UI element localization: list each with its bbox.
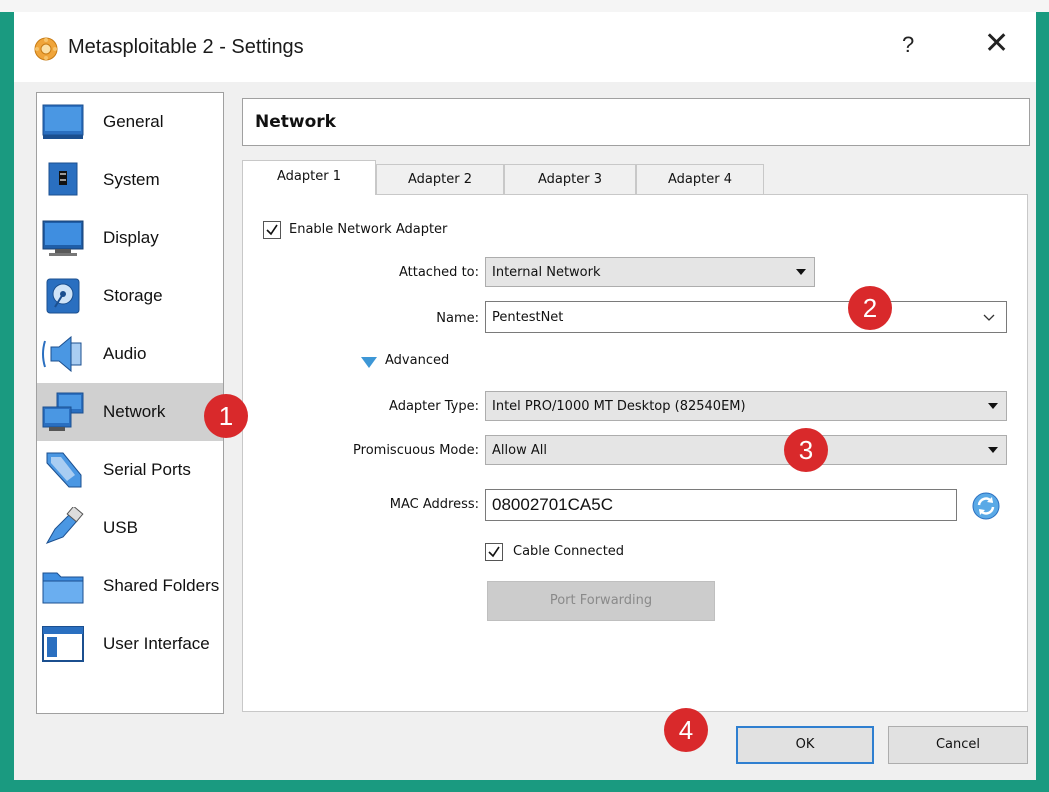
adapter-panel: Enable Network Adapter Attached to: Inte… [242, 194, 1028, 712]
sidebar-item-user-interface[interactable]: User Interface [37, 615, 223, 673]
mac-address-label: MAC Address: [389, 497, 479, 512]
audio-icon [42, 335, 82, 373]
network-icon [42, 392, 84, 431]
help-button[interactable]: ? [902, 32, 914, 58]
promiscuous-mode-value: Allow All [492, 443, 547, 458]
sidebar-item-usb[interactable]: USB [37, 499, 223, 557]
annotation-badge-3: 3 [784, 428, 828, 472]
annotation-badge-1: 1 [204, 394, 248, 438]
sidebar-item-label: Shared Folders [103, 576, 220, 595]
page-title: Network [255, 112, 336, 132]
adapter-type-value: Intel PRO/1000 MT Desktop (82540EM) [492, 399, 746, 414]
port-forwarding-button[interactable]: Port Forwarding [487, 581, 715, 621]
sidebar-item-display[interactable]: Display [37, 209, 223, 267]
sidebar-item-label: Display [103, 228, 159, 247]
usb-icon [45, 507, 84, 544]
close-button[interactable]: ✕ [984, 26, 1009, 61]
advanced-expand-icon[interactable] [361, 357, 377, 368]
sidebar-item-label: System [103, 170, 160, 189]
sidebar-item-label: Serial Ports [103, 460, 191, 479]
sidebar-item-label: Audio [103, 344, 147, 363]
sidebar-item-label: Storage [103, 286, 163, 305]
refresh-mac-icon[interactable] [971, 491, 1001, 521]
shared-folders-icon [42, 572, 84, 604]
annotation-badge-4: 4 [664, 708, 708, 752]
dropdown-arrow-icon [988, 447, 998, 453]
tab-adapter-1[interactable]: Adapter 1 [242, 160, 376, 195]
adapter-type-label: Adapter Type: [389, 399, 479, 414]
network-name-combo[interactable]: PentestNet [485, 301, 1007, 333]
sidebar-item-serial-ports[interactable]: Serial Ports [37, 441, 223, 499]
sidebar-item-storage[interactable]: Storage [37, 267, 223, 325]
mac-address-value: 08002701CA5C [492, 495, 613, 514]
advanced-label[interactable]: Advanced [385, 353, 449, 368]
ok-button[interactable]: OK [736, 726, 874, 764]
tab-adapter-3[interactable]: Adapter 3 [504, 164, 636, 194]
dropdown-arrow-icon [796, 269, 806, 275]
attached-to-value: Internal Network [492, 265, 601, 280]
attached-to-label: Attached to: [398, 265, 479, 280]
promiscuous-mode-label: Promiscuous Mode: [353, 443, 479, 458]
user-interface-icon [42, 626, 84, 662]
serial-ports-icon [46, 452, 82, 488]
general-icon [42, 104, 84, 139]
system-icon [48, 162, 78, 196]
cancel-button[interactable]: Cancel [888, 726, 1028, 764]
section-header: Network [242, 98, 1030, 146]
dropdown-arrow-icon [988, 403, 998, 409]
promiscuous-mode-select[interactable]: Allow All [485, 435, 1007, 465]
sidebar-item-system[interactable]: System [37, 151, 223, 209]
sidebar-item-label: General [103, 112, 164, 131]
cable-connected-label: Cable Connected [513, 544, 625, 559]
check-icon [266, 224, 278, 236]
title-bar: Metasploitable 2 - Settings ? ✕ [14, 12, 1036, 82]
sidebar-item-label: USB [103, 518, 138, 537]
sidebar-item-network[interactable]: Network [37, 383, 223, 441]
mac-address-field[interactable]: 08002701CA5C [485, 489, 957, 521]
sidebar-item-label: Network [103, 402, 166, 421]
window-title: Metasploitable 2 - Settings [68, 36, 304, 58]
sidebar-item-shared-folders[interactable]: Shared Folders [37, 557, 223, 615]
settings-window: Metasploitable 2 - Settings ? ✕ General … [14, 12, 1036, 780]
sidebar-item-audio[interactable]: Audio [37, 325, 223, 383]
storage-icon [46, 278, 80, 314]
cable-connected-checkbox[interactable] [485, 543, 503, 561]
settings-sidebar: General System Display Storage Audio Net… [36, 92, 224, 714]
display-icon [42, 220, 84, 256]
tab-adapter-4[interactable]: Adapter 4 [636, 164, 764, 194]
enable-adapter-checkbox[interactable] [263, 221, 281, 239]
name-label: Name: [436, 311, 479, 326]
enable-adapter-label: Enable Network Adapter [289, 222, 448, 237]
annotation-badge-2: 2 [848, 286, 892, 330]
sidebar-item-label: User Interface [103, 634, 210, 653]
attached-to-select[interactable]: Internal Network [485, 257, 815, 287]
chevron-down-icon [983, 314, 995, 321]
sidebar-item-general[interactable]: General [37, 93, 223, 151]
tab-adapter-2[interactable]: Adapter 2 [376, 164, 504, 194]
background-strip [0, 0, 1049, 12]
virtualbox-gear-icon [34, 37, 58, 61]
adapter-type-select[interactable]: Intel PRO/1000 MT Desktop (82540EM) [485, 391, 1007, 421]
check-icon [488, 546, 500, 558]
network-name-value: PentestNet [492, 310, 564, 325]
